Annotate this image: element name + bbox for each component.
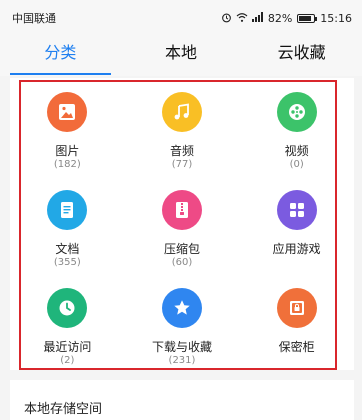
category-label: 应用游戏	[272, 242, 321, 256]
status-icons: 82% 15:16	[221, 12, 352, 25]
battery-percent: 82%	[267, 11, 293, 25]
image-icon	[47, 92, 88, 132]
signal-icon	[251, 12, 264, 24]
category-label: 音频	[169, 144, 194, 158]
local-storage-title: 本地存储空间	[24, 402, 103, 417]
category-count: (2)	[60, 355, 75, 366]
category-archives[interactable]: 压缩包 (60)	[125, 180, 240, 278]
battery-icon	[297, 13, 318, 23]
star-icon	[161, 288, 202, 328]
alarm-icon	[221, 12, 232, 25]
category-count: (182)	[53, 159, 81, 170]
category-label: 保密柜	[278, 340, 315, 354]
category-apps-games[interactable]: 应用游戏	[239, 180, 354, 278]
category-count: (231)	[168, 355, 196, 366]
zip-icon	[161, 190, 202, 230]
battery-fill	[299, 15, 311, 21]
video-icon	[276, 92, 317, 132]
category-video[interactable]: 视频 (0)	[239, 82, 354, 180]
category-audio[interactable]: 音频 (77)	[125, 82, 240, 180]
category-label: 下载与收藏	[151, 340, 212, 354]
music-icon	[161, 92, 202, 132]
category-label: 视频	[284, 144, 309, 158]
category-count: (60)	[171, 257, 193, 268]
category-downloads-favorites[interactable]: 下载与收藏 (231)	[125, 278, 240, 376]
status-bar: 中国联通 82% 15:16	[0, 0, 362, 36]
clock-icon	[47, 288, 88, 328]
carrier-name: 中国联通	[12, 12, 56, 25]
category-label: 压缩包	[163, 242, 200, 256]
wifi-icon	[236, 12, 248, 25]
category-recent[interactable]: 最近访问 (2)	[10, 278, 125, 376]
apps-icon	[276, 190, 317, 230]
tab-bar: 分类 本地 云收藏	[0, 36, 362, 76]
category-images[interactable]: 图片 (182)	[10, 82, 125, 180]
category-grid: 图片 (182) 音频 (77) 视频 (0) 文档 (355) 压缩包 (60…	[10, 82, 354, 376]
document-icon	[47, 190, 88, 230]
tab-cloud-favorites[interactable]: 云收藏	[241, 36, 362, 76]
safe-icon	[276, 288, 317, 328]
category-label: 图片	[55, 144, 80, 158]
local-storage-section[interactable]: 本地存储空间	[10, 380, 354, 420]
category-count: (0)	[289, 159, 304, 170]
clock-time: 15:16	[320, 11, 352, 25]
category-label: 最近访问	[43, 340, 92, 354]
category-label: 文档	[55, 242, 80, 256]
tab-categories[interactable]: 分类	[0, 36, 121, 76]
category-safe[interactable]: 保密柜	[239, 278, 354, 376]
category-count: (355)	[53, 257, 81, 268]
tab-local[interactable]: 本地	[121, 36, 242, 76]
category-documents[interactable]: 文档 (355)	[10, 180, 125, 278]
category-count: (77)	[171, 159, 193, 170]
